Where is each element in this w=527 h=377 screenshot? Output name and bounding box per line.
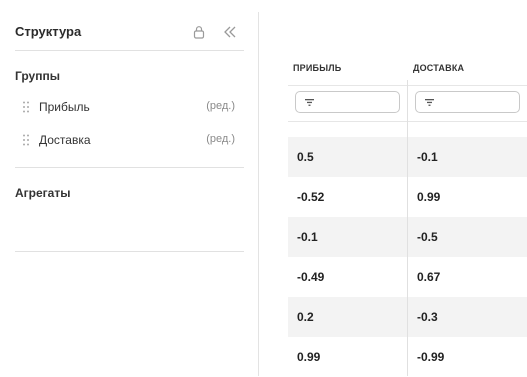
lock-icon[interactable] — [192, 25, 206, 39]
cell-profit[interactable]: -0.52 — [297, 190, 324, 204]
filter-input-delivery[interactable] — [415, 91, 520, 113]
filter-input-profit[interactable] — [295, 91, 400, 113]
drag-handle-icon[interactable] — [23, 133, 29, 146]
divider — [15, 50, 244, 51]
group-item-profit[interactable]: Прибыль (ред.) — [15, 97, 244, 119]
column-divider — [407, 80, 408, 376]
aggregates-heading: Агрегаты — [15, 186, 71, 200]
collapse-panel-icon[interactable] — [222, 25, 238, 39]
column-header-profit[interactable]: ПРИБЫЛЬ — [293, 63, 341, 73]
group-label: Прибыль — [39, 100, 90, 114]
column-header-delivery[interactable]: ДОСТАВКА — [413, 63, 464, 73]
cell-profit[interactable]: 0.5 — [297, 150, 314, 164]
drag-handle-icon[interactable] — [23, 100, 29, 113]
cell-profit[interactable]: -0.49 — [297, 270, 324, 284]
cell-delivery[interactable]: -0.3 — [417, 310, 438, 324]
group-edit-link[interactable]: (ред.) — [206, 133, 235, 145]
cell-delivery[interactable]: -0.99 — [417, 350, 444, 364]
cell-delivery[interactable]: 0.99 — [417, 190, 440, 204]
filter-icon — [305, 99, 314, 106]
cell-delivery[interactable]: -0.5 — [417, 230, 438, 244]
data-grid: ПРИБЫЛЬ ДОСТАВКА 0.5 -0.1 -0.52 0.99 -0.… — [288, 44, 527, 376]
cell-profit[interactable]: 0.99 — [297, 350, 320, 364]
cell-profit[interactable]: 0.2 — [297, 310, 314, 324]
groups-heading: Группы — [15, 69, 60, 83]
divider — [15, 251, 244, 252]
group-item-delivery[interactable]: Доставка (ред.) — [15, 130, 244, 152]
cell-delivery[interactable]: 0.67 — [417, 270, 440, 284]
structure-panel: Структура Группы Прибыль (ред.) Доставка… — [0, 0, 258, 376]
panel-divider — [258, 12, 259, 376]
group-edit-link[interactable]: (ред.) — [206, 100, 235, 112]
divider — [15, 167, 244, 168]
cell-delivery[interactable]: -0.1 — [417, 150, 438, 164]
panel-title: Структура — [15, 24, 82, 39]
group-label: Доставка — [39, 133, 91, 147]
filter-icon — [425, 99, 434, 106]
cell-profit[interactable]: -0.1 — [297, 230, 318, 244]
